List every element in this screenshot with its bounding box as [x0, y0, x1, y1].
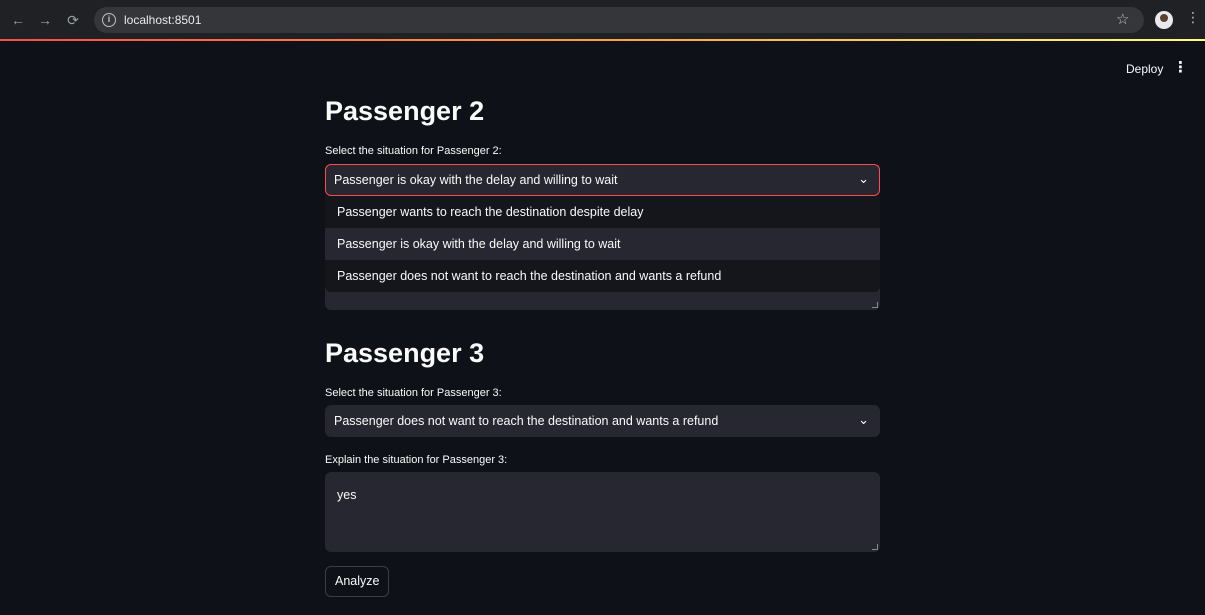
passenger3-explain-value[interactable]: yes — [337, 488, 356, 502]
passenger3-explain-textarea[interactable]: yes — [325, 472, 880, 552]
analyze-button[interactable]: Analyze — [325, 566, 390, 597]
back-icon[interactable]: ← — [8, 10, 28, 30]
forward-icon[interactable]: → — [35, 10, 55, 30]
passenger3-title: Passenger 3 — [325, 338, 485, 368]
profile-avatar-icon[interactable] — [1155, 11, 1173, 29]
passenger2-title: Passenger 2 — [325, 96, 485, 126]
dropdown-option[interactable]: Passenger wants to reach the destination… — [325, 196, 880, 228]
browser-toolbar: ← → ⟳ i localhost:8501 ☆ ⋮ — [0, 0, 1205, 40]
url-text[interactable]: localhost:8501 — [124, 13, 201, 27]
passenger3-situation-select[interactable]: Passenger does not want to reach the des… — [325, 405, 880, 437]
reload-icon[interactable]: ⟳ — [63, 10, 83, 30]
passenger2-selected-value: Passenger is okay with the delay and wil… — [334, 173, 618, 187]
site-info-icon[interactable]: i — [102, 13, 116, 27]
app-menu-icon[interactable]: ⋮ — [1173, 58, 1188, 76]
app-decoration-bar — [0, 39, 1205, 41]
bookmark-star-icon[interactable]: ☆ — [1116, 10, 1129, 28]
passenger3-select-label: Select the situation for Passenger 3: — [325, 387, 502, 399]
resize-grip-icon[interactable] — [872, 302, 878, 308]
passenger2-situation-select[interactable]: Passenger is okay with the delay and wil… — [325, 164, 880, 196]
chevron-down-icon[interactable]: ⌄ — [858, 412, 869, 428]
browser-menu-icon[interactable]: ⋮ — [1186, 9, 1200, 26]
deploy-button[interactable]: Deploy — [1118, 58, 1171, 80]
passenger3-explain-label: Explain the situation for Passenger 3: — [325, 454, 508, 466]
resize-grip-icon[interactable] — [872, 544, 878, 550]
passenger3-selected-value: Passenger does not want to reach the des… — [334, 414, 719, 428]
dropdown-option[interactable]: Passenger is okay with the delay and wil… — [325, 228, 880, 260]
passenger2-dropdown-menu: Passenger wants to reach the destination… — [325, 196, 880, 292]
passenger2-select-label: Select the situation for Passenger 2: — [325, 145, 502, 157]
chevron-down-icon[interactable]: ⌄ — [858, 171, 869, 187]
dropdown-option[interactable]: Passenger does not want to reach the des… — [325, 260, 880, 292]
address-bar[interactable]: i localhost:8501 — [94, 7, 1144, 33]
